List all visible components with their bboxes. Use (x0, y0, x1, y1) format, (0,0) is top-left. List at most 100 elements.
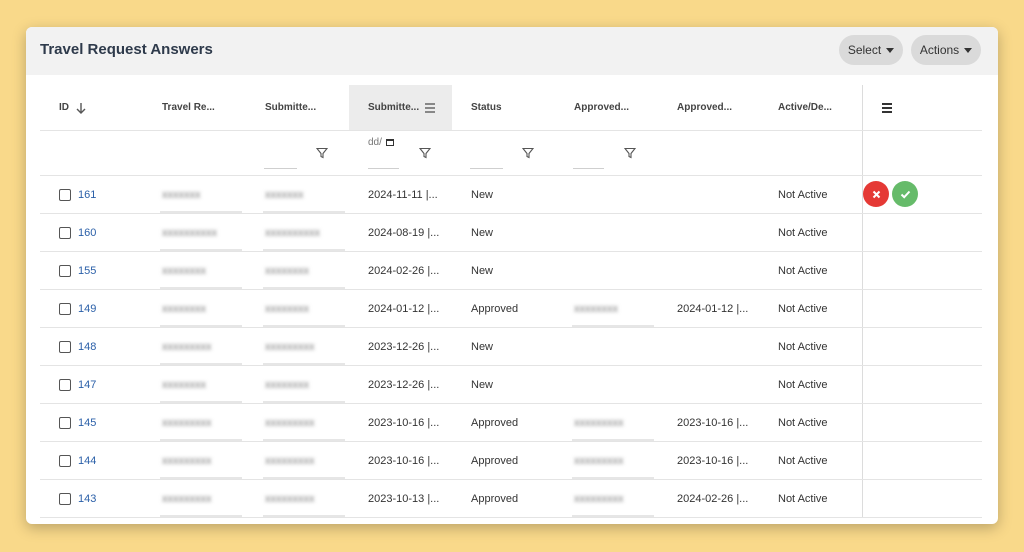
column-header-label: Submitte... (265, 102, 317, 113)
column-divider (862, 85, 863, 130)
active-cell: Not Active (778, 188, 828, 201)
traveler-cell: xxxxxxxxx (162, 454, 212, 467)
table-row[interactable]: 148 xxxxxxxxx xxxxxxxxx 2023-12-26 |... New N… (40, 328, 982, 366)
filter-icon[interactable] (624, 147, 636, 159)
row-checkbox[interactable] (59, 226, 71, 239)
cell-underline (572, 515, 654, 517)
id-link[interactable]: 144 (78, 455, 96, 467)
cell-underline (263, 287, 345, 289)
traveler-cell: xxxxxxxx (162, 264, 206, 277)
status-filter-input[interactable] (470, 168, 503, 169)
column-header-id[interactable]: ID (40, 85, 143, 130)
id-link[interactable]: 161 (78, 189, 96, 201)
status-cell: Approved (471, 492, 519, 505)
submitter-filter-input[interactable] (264, 168, 297, 169)
active-cell: Not Active (778, 226, 828, 239)
row-checkbox[interactable] (59, 302, 71, 315)
approver-cell: xxxxxxxxx (574, 492, 624, 505)
id-link[interactable]: 148 (78, 341, 96, 353)
row-checkbox[interactable] (59, 378, 71, 391)
column-header-submitted-date[interactable]: Submitte... (349, 85, 452, 130)
date-filter: dd/ (368, 137, 394, 148)
traveler-cell: xxxxxxxx (162, 378, 206, 391)
table-row[interactable]: 160 xxxxxxxxxx xxxxxxxxxx 2024-08-19 |... Ne… (40, 214, 982, 252)
row-checkbox[interactable] (59, 416, 71, 429)
submitter-cell: xxxxxxxx (265, 302, 309, 315)
id-cell: 161 (59, 176, 96, 213)
status-cell: New (471, 378, 494, 391)
id-cell: 147 (59, 366, 96, 403)
status-cell: Approved (471, 416, 519, 429)
column-header-traveler[interactable]: Travel Re... (143, 85, 246, 130)
table-row[interactable]: 144 xxxxxxxxx xxxxxxxxx xxxxxxxxx 2023-10-16… (40, 442, 982, 480)
status-cell: New (471, 340, 494, 353)
submitted-date-cell: 2023-10-16 |... (368, 454, 440, 467)
approved-date-cell: 2023-10-16 |... (677, 416, 749, 429)
select-button[interactable]: Select (839, 35, 903, 65)
cell-underline (572, 439, 654, 441)
caret-down-icon (886, 47, 895, 53)
active-cell: Not Active (778, 454, 828, 467)
column-header-active[interactable]: Active/De... (761, 85, 862, 130)
cell-underline (263, 401, 345, 403)
grid-menu-button[interactable] (882, 85, 902, 130)
reject-button[interactable] (863, 181, 889, 207)
select-button-label: Select (847, 43, 882, 57)
filter-icon[interactable] (419, 147, 431, 159)
grid-body: 161 xxxxxxx xxxxxxx 2024-11-11 |... New Not A… (40, 176, 982, 518)
row-checkbox[interactable] (59, 340, 71, 353)
column-header-approver[interactable]: Approved... (555, 85, 658, 130)
actions-button[interactable]: Actions (911, 35, 981, 65)
row-checkbox[interactable] (59, 264, 71, 277)
cell-underline (160, 287, 242, 289)
table-row[interactable]: 161 xxxxxxx xxxxxxx 2024-11-11 |... New Not A… (40, 176, 982, 214)
submitter-cell: xxxxxxxxx (265, 416, 315, 429)
approver-filter-input[interactable] (573, 168, 604, 169)
cell-underline (263, 363, 345, 365)
row-checkbox[interactable] (59, 454, 71, 467)
table-row[interactable]: 155 xxxxxxxx xxxxxxxx 2024-02-26 |... New Not… (40, 252, 982, 290)
row-checkbox[interactable] (59, 492, 71, 505)
column-menu-icon[interactable] (425, 102, 436, 113)
id-link[interactable]: 149 (78, 303, 96, 315)
id-link[interactable]: 147 (78, 379, 96, 391)
travel-requests-card: Travel Request Answers Select Actions ID… (26, 27, 998, 524)
column-header-submitter[interactable]: Submitte... (246, 85, 349, 130)
active-cell: Not Active (778, 340, 828, 353)
id-cell: 143 (59, 480, 96, 517)
approved-date-cell: 2023-10-16 |... (677, 454, 749, 467)
table-row[interactable]: 147 xxxxxxxx xxxxxxxx 2023-12-26 |... New Not… (40, 366, 982, 404)
column-header-status[interactable]: Status (452, 85, 555, 130)
cell-underline (263, 211, 345, 213)
cell-underline (160, 515, 242, 517)
table-row[interactable]: 143 xxxxxxxxx xxxxxxxxx xxxxxxxxx 2023-10-13… (40, 480, 982, 518)
id-link[interactable]: 155 (78, 265, 96, 277)
id-link[interactable]: 143 (78, 493, 96, 505)
grid-header-row: ID Travel Re... Submitte... Submitte... … (40, 85, 982, 131)
filter-icon[interactable] (316, 147, 328, 159)
id-link[interactable]: 160 (78, 227, 96, 239)
table-row[interactable]: 149 xxxxxxxx xxxxxxxx xxxxxxxx 2024-01-12 |.… (40, 290, 982, 328)
calendar-icon[interactable] (385, 138, 394, 146)
row-checkbox[interactable] (59, 188, 71, 201)
status-cell: Approved (471, 302, 519, 315)
column-divider (862, 252, 863, 289)
table-row[interactable]: 145 xxxxxxxxx xxxxxxxxx xxxxxxxxx 2023-10-16… (40, 404, 982, 442)
submitter-cell: xxxxxxxxx (265, 454, 315, 467)
filter-icon[interactable] (522, 147, 534, 159)
column-divider (862, 404, 863, 441)
submitter-cell: xxxxxxxxx (265, 492, 315, 505)
submitted-date-cell: 2023-10-13 |... (368, 492, 440, 505)
actions-button-label: Actions (919, 43, 960, 57)
date-placeholder: dd/ (368, 136, 382, 148)
column-header-approved-date[interactable]: Approved... (658, 85, 761, 130)
cell-underline (572, 477, 654, 479)
submitted-date-filter-input[interactable]: dd/ (368, 127, 394, 157)
cell-underline (263, 439, 345, 441)
traveler-cell: xxxxxxxxxx (162, 226, 217, 239)
cell-underline (160, 363, 242, 365)
approve-button[interactable] (892, 181, 918, 207)
traveler-cell: xxxxxxx (162, 188, 201, 201)
id-link[interactable]: 145 (78, 417, 96, 429)
check-icon (900, 190, 910, 199)
